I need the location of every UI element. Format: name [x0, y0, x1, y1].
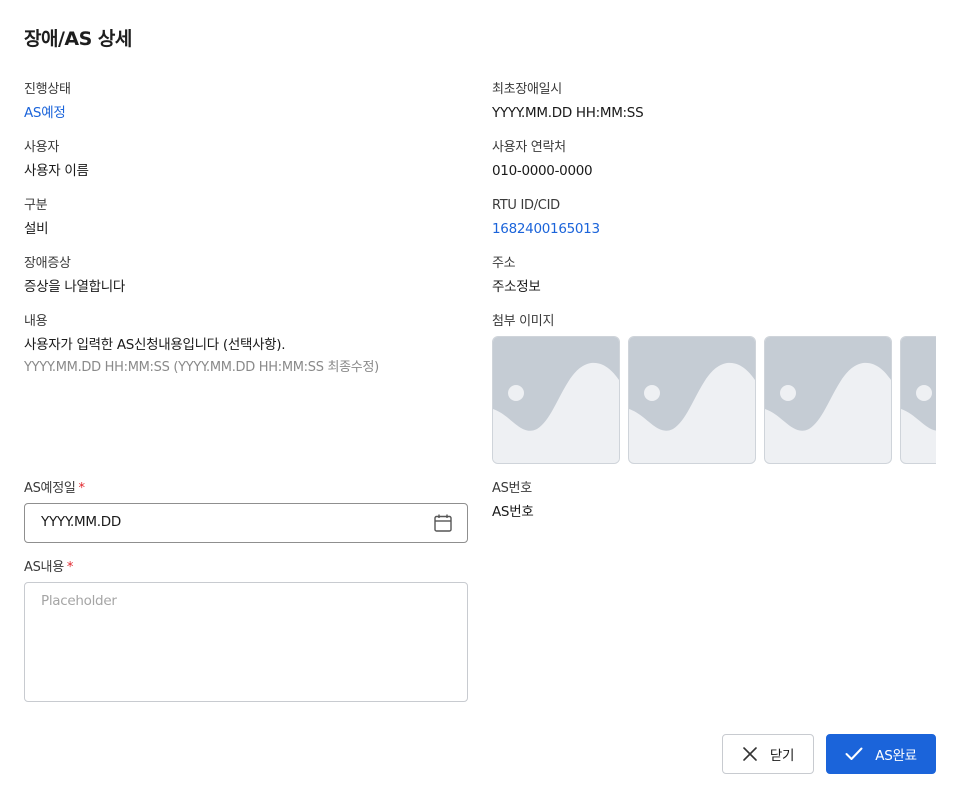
address-value: 주소정보 — [492, 279, 541, 295]
user-value: 사용자 이름 — [24, 163, 89, 179]
category-field: 구분 설비 — [24, 196, 464, 239]
image-placeholder-icon — [765, 337, 891, 431]
category-label: 구분 — [24, 198, 48, 213]
attachment-thumbnail[interactable] — [628, 336, 756, 464]
check-icon — [845, 747, 863, 760]
first-fault-field: 최초장애일시 YYYY.MM.DD HH:MM:SS — [492, 80, 932, 123]
user-label: 사용자 — [24, 140, 59, 155]
content-timestamp: YYYY.MM.DD HH:MM:SS (YYYY.MM.DD HH:MM:SS… — [24, 360, 379, 375]
required-mark: * — [78, 481, 86, 496]
as-date-input[interactable]: YYYY.MM.DD — [24, 503, 468, 543]
as-content-label: AS내용 * — [24, 558, 464, 578]
as-number-field: AS번호 AS번호 — [492, 479, 932, 522]
user-field: 사용자 사용자 이름 — [24, 138, 464, 181]
as-date-label: AS예정일 * — [24, 479, 464, 499]
as-content-textarea[interactable]: Placeholder — [24, 582, 468, 702]
rtu-field: RTU ID/CID 1682400165013 — [492, 196, 932, 239]
status-field: 진행상태 AS예정 — [24, 80, 464, 123]
first-fault-value: YYYY.MM.DD HH:MM:SS — [492, 105, 644, 121]
contact-field: 사용자 연락처 010-0000-0000 — [492, 138, 932, 181]
rtu-label: RTU ID/CID — [492, 198, 560, 213]
as-complete-button-label: AS완료 — [875, 748, 917, 764]
attachment-thumbnail[interactable] — [492, 336, 620, 464]
attachment-gallery — [492, 336, 936, 464]
as-date-value: YYYY.MM.DD — [41, 514, 121, 530]
status-value: AS예정 — [24, 105, 66, 121]
category-value: 설비 — [24, 221, 49, 237]
rtu-link[interactable]: 1682400165013 — [492, 219, 932, 239]
symptom-field: 장애증상 증상을 나열합니다 — [24, 254, 464, 297]
content-field: 내용 사용자가 입력한 AS신청내용입니다 (선택사항). YYYY.MM.DD… — [24, 312, 464, 378]
content-value: 사용자가 입력한 AS신청내용입니다 (선택사항). — [24, 337, 286, 353]
image-placeholder-icon — [493, 337, 619, 463]
contact-label: 사용자 연락처 — [492, 140, 566, 155]
as-complete-button[interactable]: AS완료 — [826, 734, 936, 774]
as-number-value: AS번호 — [492, 504, 534, 520]
attachment-thumbnail[interactable] — [900, 336, 936, 464]
image-placeholder-icon — [901, 337, 936, 431]
attachment-thumbnail[interactable] — [764, 336, 892, 464]
address-label: 주소 — [492, 256, 516, 271]
attachments-field: 첨부 이미지 — [492, 312, 932, 332]
close-icon — [743, 747, 757, 761]
status-label: 진행상태 — [24, 82, 71, 97]
as-date-field: AS예정일 * — [24, 479, 464, 499]
content-label: 내용 — [24, 314, 48, 329]
address-field: 주소 주소정보 — [492, 254, 932, 297]
symptom-value: 증상을 나열합니다 — [24, 279, 125, 295]
as-content-label-text: AS내용 — [24, 560, 64, 575]
first-fault-label: 최초장애일시 — [492, 82, 562, 97]
attachments-label: 첨부 이미지 — [492, 314, 555, 329]
as-date-label-text: AS예정일 — [24, 481, 76, 496]
close-button-label: 닫기 — [769, 748, 795, 764]
calendar-icon[interactable] — [433, 513, 453, 533]
symptom-label: 장애증상 — [24, 256, 71, 271]
close-button[interactable]: 닫기 — [722, 734, 814, 774]
as-number-label: AS번호 — [492, 481, 532, 496]
as-content-placeholder: Placeholder — [41, 593, 117, 609]
as-content-field: AS내용 * — [24, 558, 464, 578]
contact-value: 010-0000-0000 — [492, 163, 593, 179]
required-mark: * — [66, 560, 74, 575]
image-placeholder-icon — [629, 337, 755, 431]
page-title: 장애/AS 상세 — [24, 28, 132, 50]
